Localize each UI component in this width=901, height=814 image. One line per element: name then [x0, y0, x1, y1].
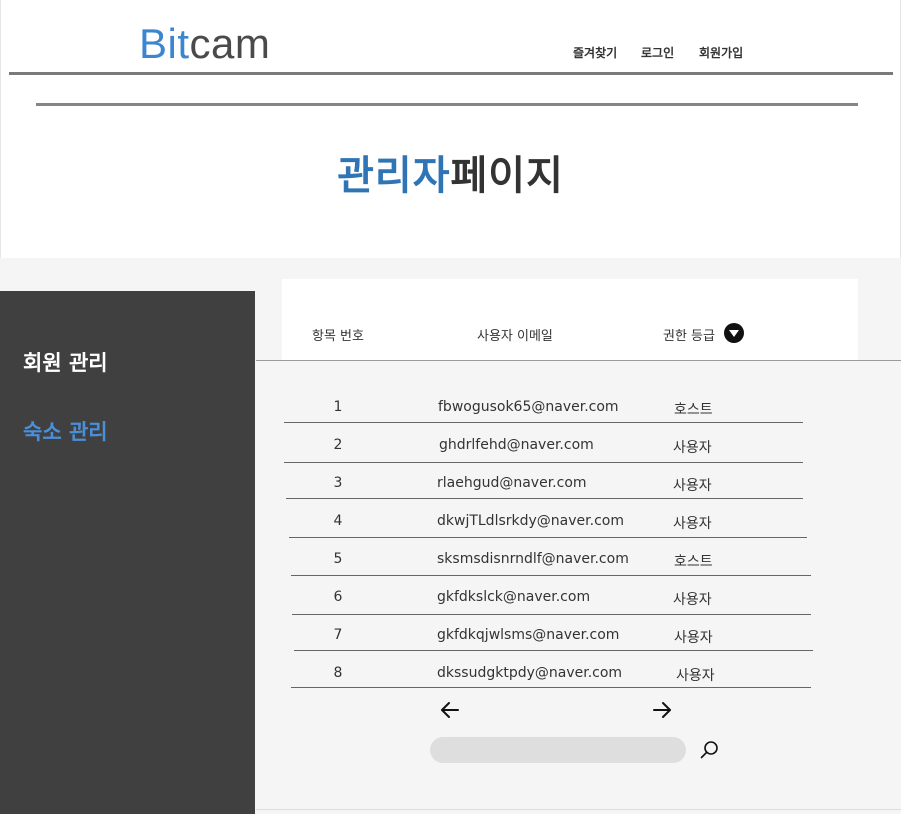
prev-page-button[interactable]	[438, 698, 462, 722]
row-divider	[291, 687, 811, 688]
content-bottom-divider	[256, 809, 901, 810]
page-title-rest: 페이지	[450, 153, 564, 199]
row-divider	[291, 575, 811, 576]
row-number: 1	[333, 399, 343, 415]
row-role: 사용자	[673, 592, 712, 608]
column-header-email: 사용자 이메일	[477, 329, 553, 344]
sidebar-item-lodging[interactable]: 숙소 관리	[23, 416, 108, 446]
role-sort-dropdown-icon[interactable]	[724, 323, 744, 343]
row-email: fbwogusok65@naver.com	[438, 399, 619, 415]
row-email: dkwjTLdlsrkdy@naver.com	[437, 513, 624, 529]
arrow-right-icon	[653, 702, 671, 718]
row-role: 사용자	[673, 440, 712, 456]
row-email: gkfdkqjwlsms@naver.com	[437, 627, 620, 643]
sidebar-item-members[interactable]: 회원 관리	[23, 347, 108, 377]
nav-signup[interactable]: 회원가입	[699, 44, 743, 61]
header-divider	[9, 72, 893, 75]
row-email: gkfdkslck@naver.com	[437, 589, 591, 605]
search-button[interactable]	[698, 738, 722, 762]
page-title: 관리자페이지	[0, 143, 901, 201]
row-role: 호스트	[674, 402, 713, 418]
logo[interactable]: Bitcam	[139, 20, 270, 68]
table-header	[282, 279, 858, 361]
next-page-button[interactable]	[650, 698, 674, 722]
row-role: 사용자	[673, 516, 712, 532]
row-divider	[294, 650, 813, 651]
page-title-highlight: 관리자	[337, 153, 451, 199]
row-number: 4	[333, 513, 343, 529]
table-header-divider	[256, 360, 901, 361]
row-email: sksmsdisnrndlf@naver.com	[437, 551, 629, 567]
row-email: dkssudgktpdy@naver.com	[437, 665, 623, 681]
row-number: 2	[333, 437, 343, 453]
arrow-left-icon	[441, 702, 459, 718]
row-number: 6	[333, 589, 343, 605]
logo-part1: Bit	[139, 20, 190, 67]
column-header-number: 항목 번호	[312, 329, 364, 344]
row-divider	[284, 422, 803, 423]
row-number: 7	[333, 627, 343, 643]
row-divider	[289, 537, 807, 538]
nav-favorites[interactable]: 즐겨찾기	[573, 44, 617, 61]
row-number: 3	[333, 475, 343, 491]
title-divider	[36, 103, 858, 106]
row-role: 사용자	[673, 478, 712, 494]
row-number: 8	[333, 665, 343, 681]
row-divider	[292, 614, 811, 615]
row-role: 호스트	[674, 554, 713, 570]
row-role: 사용자	[676, 668, 715, 684]
row-divider	[286, 498, 803, 499]
row-email: rlaehgud@naver.com	[437, 475, 587, 491]
search-icon	[700, 741, 718, 759]
column-header-role: 권한 등급	[663, 329, 715, 344]
search-input[interactable]	[430, 737, 686, 763]
nav-login[interactable]: 로그인	[641, 44, 674, 61]
row-email: ghdrlfehd@naver.com	[439, 437, 594, 453]
row-divider	[284, 462, 803, 463]
row-number: 5	[333, 551, 343, 567]
row-role: 사용자	[674, 630, 713, 646]
logo-part2: cam	[189, 20, 271, 67]
